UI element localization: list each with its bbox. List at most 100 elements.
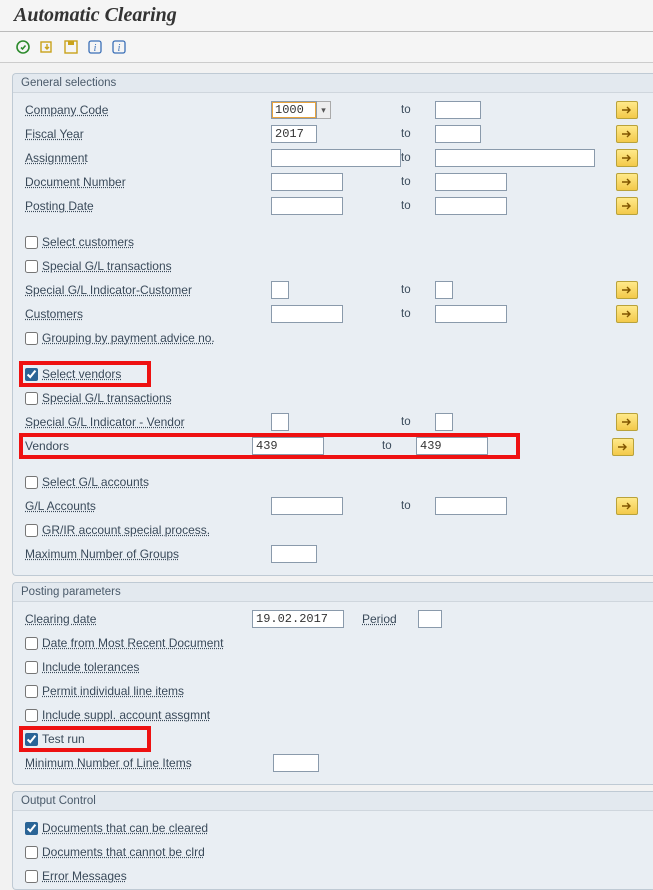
label-docs-can-be-cleared: Documents that can be cleared bbox=[42, 821, 208, 835]
label-select-customers: Select customers bbox=[42, 235, 134, 249]
label-gl-accounts: G/L Accounts bbox=[21, 499, 271, 513]
svg-text:i: i bbox=[118, 43, 121, 54]
docs-cannot-be-cleared-checkbox[interactable] bbox=[25, 846, 38, 859]
fiscal-year-to-input[interactable] bbox=[435, 125, 481, 143]
label-to: to bbox=[401, 200, 435, 212]
customers-from-input[interactable] bbox=[271, 305, 343, 323]
label-to: to bbox=[382, 440, 416, 452]
label-max-groups: Maximum Number of Groups bbox=[21, 547, 271, 561]
label-docs-cannot-be-cleared: Documents that cannot be clrd bbox=[42, 845, 205, 859]
docnum-from-input[interactable] bbox=[271, 173, 343, 191]
label-to: to bbox=[401, 152, 435, 164]
posting-date-to-input[interactable] bbox=[435, 197, 507, 215]
label-clearing-date: Clearing date bbox=[21, 612, 252, 626]
group-output-control: Output Control Documents that can be cle… bbox=[12, 791, 653, 890]
group-posting-parameters: Posting parameters Clearing date Period … bbox=[12, 582, 653, 785]
svg-text:i: i bbox=[94, 43, 97, 54]
grir-special-process-checkbox[interactable] bbox=[25, 524, 38, 537]
special-gl-ind-vend-to-input[interactable] bbox=[435, 413, 453, 431]
grouping-payment-advice-checkbox[interactable] bbox=[25, 332, 38, 345]
label-to: to bbox=[401, 128, 435, 140]
multi-select-icon[interactable] bbox=[616, 281, 638, 299]
label-special-gl-ind-customer: Special G/L Indicator-Customer bbox=[21, 283, 271, 297]
label-to: to bbox=[401, 284, 435, 296]
date-from-recent-checkbox[interactable] bbox=[25, 637, 38, 650]
multi-select-icon[interactable] bbox=[616, 413, 638, 431]
max-groups-input[interactable] bbox=[271, 545, 317, 563]
multi-select-icon[interactable] bbox=[616, 197, 638, 215]
special-gl-trans-cust-checkbox[interactable] bbox=[25, 260, 38, 273]
error-messages-checkbox[interactable] bbox=[25, 870, 38, 883]
label-grouping-payment-advice: Grouping by payment advice no. bbox=[42, 331, 215, 345]
assignment-to-input[interactable] bbox=[435, 149, 595, 167]
info-icon[interactable]: i bbox=[86, 38, 104, 56]
label-error-messages: Error Messages bbox=[42, 869, 127, 883]
special-gl-ind-cust-to-input[interactable] bbox=[435, 281, 453, 299]
group-title: General selections bbox=[13, 74, 653, 93]
select-gl-accounts-checkbox[interactable] bbox=[25, 476, 38, 489]
label-select-vendors: Select vendors bbox=[42, 367, 121, 381]
label-special-gl-transactions: Special G/L transactions bbox=[42, 391, 172, 405]
highlight-test-run: Test run bbox=[21, 728, 149, 750]
special-gl-ind-cust-from-input[interactable] bbox=[271, 281, 289, 299]
execute-icon[interactable] bbox=[14, 38, 32, 56]
page-title: Automatic Clearing bbox=[0, 0, 653, 32]
label-special-gl-ind-vendor: Special G/L Indicator - Vendor bbox=[21, 415, 271, 429]
label-include-tolerances: Include tolerances bbox=[42, 660, 139, 674]
special-gl-trans-vend-checkbox[interactable] bbox=[25, 392, 38, 405]
assignment-from-input[interactable] bbox=[271, 149, 401, 167]
variant-save-icon[interactable] bbox=[62, 38, 80, 56]
label-assignment: Assignment bbox=[21, 151, 271, 165]
label-period: Period bbox=[362, 612, 418, 626]
customers-to-input[interactable] bbox=[435, 305, 507, 323]
docs-can-be-cleared-checkbox[interactable] bbox=[25, 822, 38, 835]
multi-select-icon[interactable] bbox=[616, 125, 638, 143]
highlight-vendors-row: Vendors to bbox=[21, 435, 518, 457]
f4-help-icon[interactable]: ▾ bbox=[317, 101, 331, 119]
label-posting-date: Posting Date bbox=[21, 199, 271, 213]
multi-select-icon[interactable] bbox=[616, 101, 638, 119]
info-icon[interactable]: i bbox=[110, 38, 128, 56]
group-title: Posting parameters bbox=[13, 583, 653, 602]
group-title: Output Control bbox=[13, 792, 653, 811]
label-select-gl-accounts: Select G/L accounts bbox=[42, 475, 149, 489]
label-document-number: Document Number bbox=[21, 175, 271, 189]
company-code-from-input[interactable] bbox=[271, 101, 317, 119]
multi-select-icon[interactable] bbox=[616, 149, 638, 167]
multi-select-icon[interactable] bbox=[616, 173, 638, 191]
select-customers-checkbox[interactable] bbox=[25, 236, 38, 249]
label-include-suppl-assgmnt: Include suppl. account assgmnt bbox=[42, 708, 210, 722]
label-company-code: Company Code bbox=[21, 103, 271, 117]
select-vendors-checkbox[interactable] bbox=[25, 368, 38, 381]
label-fiscal-year: Fiscal Year bbox=[21, 127, 271, 141]
vendors-from-input[interactable] bbox=[252, 437, 324, 455]
label-to: to bbox=[401, 104, 435, 116]
label-test-run: Test run bbox=[42, 732, 85, 746]
group-general-selections: General selections Company Code ▾ to Fis… bbox=[12, 73, 653, 576]
label-to: to bbox=[401, 308, 435, 320]
variant-get-icon[interactable] bbox=[38, 38, 56, 56]
include-tolerances-checkbox[interactable] bbox=[25, 661, 38, 674]
docnum-to-input[interactable] bbox=[435, 173, 507, 191]
label-date-from-recent: Date from Most Recent Document bbox=[42, 636, 223, 650]
company-code-to-input[interactable] bbox=[435, 101, 481, 119]
label-min-line-items: Minimum Number of Line Items bbox=[21, 756, 273, 770]
multi-select-icon[interactable] bbox=[616, 497, 638, 515]
gl-accounts-from-input[interactable] bbox=[271, 497, 343, 515]
label-to: to bbox=[401, 500, 435, 512]
permit-individual-items-checkbox[interactable] bbox=[25, 685, 38, 698]
period-input[interactable] bbox=[418, 610, 442, 628]
fiscal-year-from-input[interactable] bbox=[271, 125, 317, 143]
gl-accounts-to-input[interactable] bbox=[435, 497, 507, 515]
label-grir-special-process: GR/IR account special process. bbox=[42, 523, 210, 537]
include-suppl-assgmnt-checkbox[interactable] bbox=[25, 709, 38, 722]
label-to: to bbox=[401, 416, 435, 428]
clearing-date-input[interactable] bbox=[252, 610, 344, 628]
min-line-items-input[interactable] bbox=[273, 754, 319, 772]
special-gl-ind-vend-from-input[interactable] bbox=[271, 413, 289, 431]
vendors-to-input[interactable] bbox=[416, 437, 488, 455]
posting-date-from-input[interactable] bbox=[271, 197, 343, 215]
test-run-checkbox[interactable] bbox=[25, 733, 38, 746]
multi-select-icon[interactable] bbox=[616, 305, 638, 323]
multi-select-icon[interactable] bbox=[612, 438, 634, 456]
